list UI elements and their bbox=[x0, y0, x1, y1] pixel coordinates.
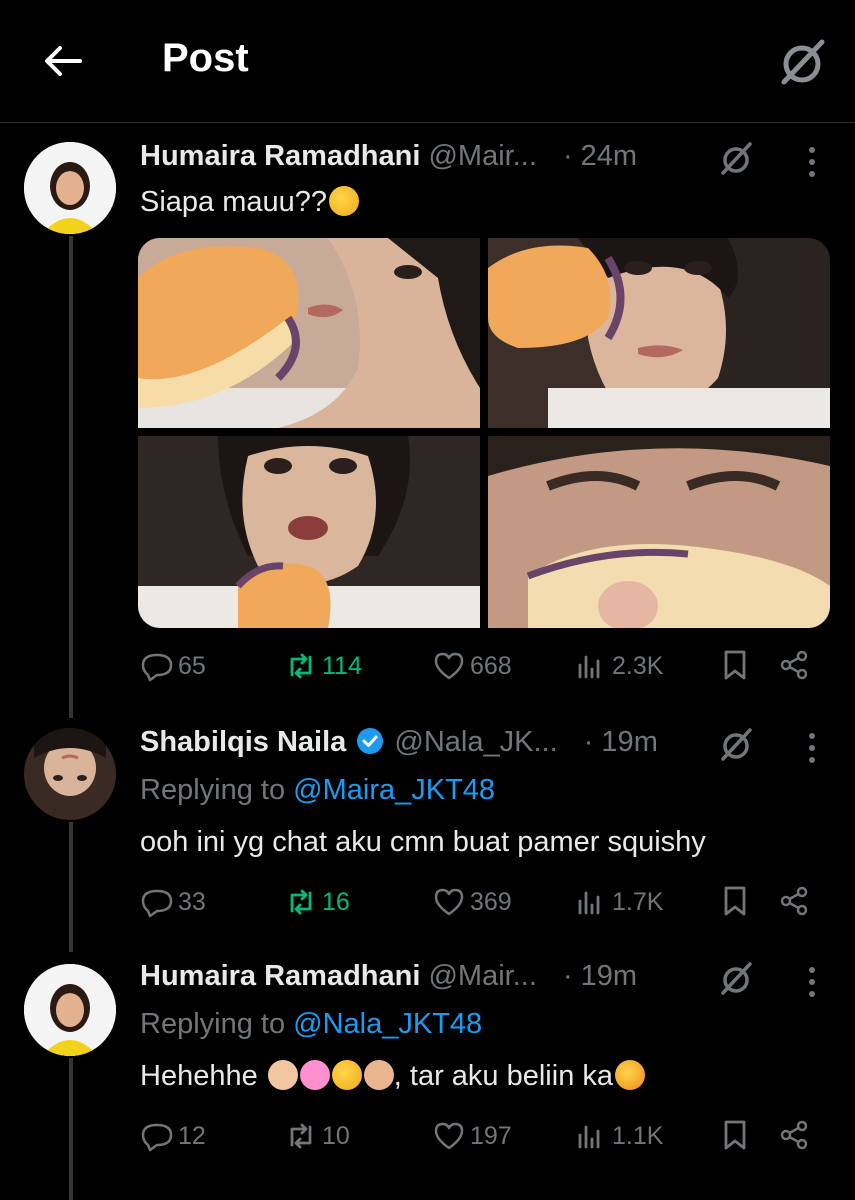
grok-icon[interactable] bbox=[718, 140, 754, 176]
speech-bubble-icon bbox=[141, 889, 173, 918]
replying-to-label: Replying to bbox=[140, 774, 294, 806]
tweet-header: Humaira Ramadhani @Mair... · 19m bbox=[140, 960, 637, 1000]
grok-icon[interactable] bbox=[718, 960, 754, 996]
bookmark-icon[interactable] bbox=[718, 884, 752, 918]
views-button[interactable]: 1.1K bbox=[574, 1116, 663, 1156]
smiling-hearts-emoji-icon bbox=[615, 1060, 646, 1090]
view-count: 1.7K bbox=[612, 887, 664, 916]
reply-count: 12 bbox=[178, 1121, 206, 1150]
tweet-text-content: Hehehhe bbox=[140, 1060, 258, 1092]
pink-heart-emoji-icon bbox=[299, 1060, 330, 1090]
like-button[interactable]: 668 bbox=[432, 646, 512, 686]
bookmark-icon[interactable] bbox=[718, 648, 752, 682]
mention-link[interactable]: @Maira_JKT48 bbox=[293, 774, 495, 806]
bar-chart-icon bbox=[578, 1125, 600, 1149]
author-name[interactable]: Humaira Ramadhani bbox=[140, 960, 420, 992]
heart-icon bbox=[434, 652, 464, 680]
avatar[interactable] bbox=[24, 728, 116, 820]
views-button[interactable]: 2.3K bbox=[574, 646, 663, 686]
share-icon[interactable] bbox=[778, 648, 812, 682]
grok-icon[interactable] bbox=[718, 726, 754, 762]
repost-icon bbox=[290, 889, 312, 915]
author-name[interactable]: Shabilqis Naila bbox=[140, 726, 346, 758]
repost-count: 16 bbox=[322, 887, 350, 916]
avatar[interactable] bbox=[24, 964, 116, 1056]
like-count: 668 bbox=[470, 651, 512, 680]
repost-button[interactable]: 16 bbox=[284, 882, 350, 922]
heart-hands-emoji-icon bbox=[267, 1060, 298, 1090]
bookmark-icon[interactable] bbox=[718, 1118, 752, 1152]
repost-button[interactable]: 10 bbox=[284, 1116, 350, 1156]
view-count: 2.3K bbox=[612, 651, 664, 680]
more-options-icon[interactable] bbox=[800, 142, 824, 182]
share-icon[interactable] bbox=[778, 884, 812, 918]
reply-button[interactable]: 65 bbox=[140, 646, 206, 686]
bar-chart-icon bbox=[578, 891, 600, 915]
reply-button[interactable]: 33 bbox=[140, 882, 206, 922]
author-handle[interactable]: @Nala_JK... bbox=[394, 726, 557, 758]
photo-2[interactable] bbox=[488, 238, 830, 428]
thinking-emoji-icon bbox=[329, 186, 360, 216]
repost-button[interactable]: 114 bbox=[284, 646, 362, 686]
more-options-icon[interactable] bbox=[800, 728, 824, 768]
speech-bubble-icon bbox=[141, 1123, 173, 1152]
author-handle[interactable]: @Mair... bbox=[428, 140, 536, 172]
tweet-header: Humaira Ramadhani @Mair... · 24m bbox=[140, 140, 637, 180]
photo-4[interactable] bbox=[488, 436, 830, 628]
like-button[interactable]: 197 bbox=[432, 1116, 512, 1156]
back-arrow-icon[interactable] bbox=[40, 38, 86, 84]
like-count: 197 bbox=[470, 1121, 512, 1150]
media-grid bbox=[138, 238, 830, 628]
tweet-text: Siapa mauu?? bbox=[140, 186, 360, 219]
repost-icon bbox=[290, 653, 312, 679]
tweet-text-suffix: , tar aku beliin ka bbox=[393, 1060, 614, 1092]
tweet-actions: 65 114 668 2.3K bbox=[0, 646, 855, 686]
repost-count: 114 bbox=[322, 651, 362, 680]
verified-badge-icon bbox=[357, 728, 384, 754]
tweet-actions: 12 10 197 1.1K bbox=[0, 1116, 855, 1156]
replying-to-label: Replying to bbox=[140, 1008, 294, 1040]
reply-count: 33 bbox=[178, 887, 206, 916]
reply-count: 65 bbox=[178, 651, 206, 680]
repost-icon bbox=[290, 1123, 312, 1149]
photo-1[interactable] bbox=[138, 238, 480, 428]
folded-hands-emoji-icon bbox=[363, 1060, 394, 1090]
crying-face-emoji-icon bbox=[331, 1060, 362, 1090]
top-bar: Post bbox=[0, 0, 855, 123]
page-title: Post bbox=[162, 36, 249, 80]
avatar[interactable] bbox=[24, 142, 116, 234]
author-name[interactable]: Humaira Ramadhani bbox=[140, 140, 420, 172]
like-count: 369 bbox=[470, 887, 512, 916]
tweet-actions: 33 16 369 1.7K bbox=[0, 882, 855, 922]
tweet-text-content: Siapa mauu?? bbox=[140, 186, 328, 218]
repost-count: 10 bbox=[322, 1121, 350, 1150]
speech-bubble-icon bbox=[141, 653, 173, 682]
tweet-header: Shabilqis Naila @Nala_JK... · 19m bbox=[140, 726, 658, 766]
mention-link[interactable]: @Nala_JKT48 bbox=[293, 1008, 482, 1040]
tweet-text: ooh ini yg chat aku cmn buat pamer squis… bbox=[140, 826, 706, 858]
timestamp[interactable]: · 19m bbox=[563, 960, 637, 992]
timestamp[interactable]: · 24m bbox=[563, 140, 637, 172]
grok-icon[interactable] bbox=[776, 36, 828, 88]
photo-3[interactable] bbox=[138, 436, 480, 628]
views-button[interactable]: 1.7K bbox=[574, 882, 663, 922]
share-icon[interactable] bbox=[778, 1118, 812, 1152]
replying-to: Replying to @Nala_JKT48 bbox=[140, 1008, 482, 1041]
author-handle[interactable]: @Mair... bbox=[428, 960, 536, 992]
more-options-icon[interactable] bbox=[800, 962, 824, 1002]
view-count: 1.1K bbox=[612, 1121, 664, 1150]
like-button[interactable]: 369 bbox=[432, 882, 512, 922]
timestamp[interactable]: · 19m bbox=[584, 726, 658, 758]
heart-icon bbox=[434, 888, 464, 916]
bar-chart-icon bbox=[578, 655, 600, 679]
replying-to: Replying to @Maira_JKT48 bbox=[140, 774, 495, 807]
tweet-text: Hehehhe , tar aku beliin ka bbox=[140, 1060, 646, 1093]
reply-button[interactable]: 12 bbox=[140, 1116, 206, 1156]
heart-icon bbox=[434, 1122, 464, 1150]
